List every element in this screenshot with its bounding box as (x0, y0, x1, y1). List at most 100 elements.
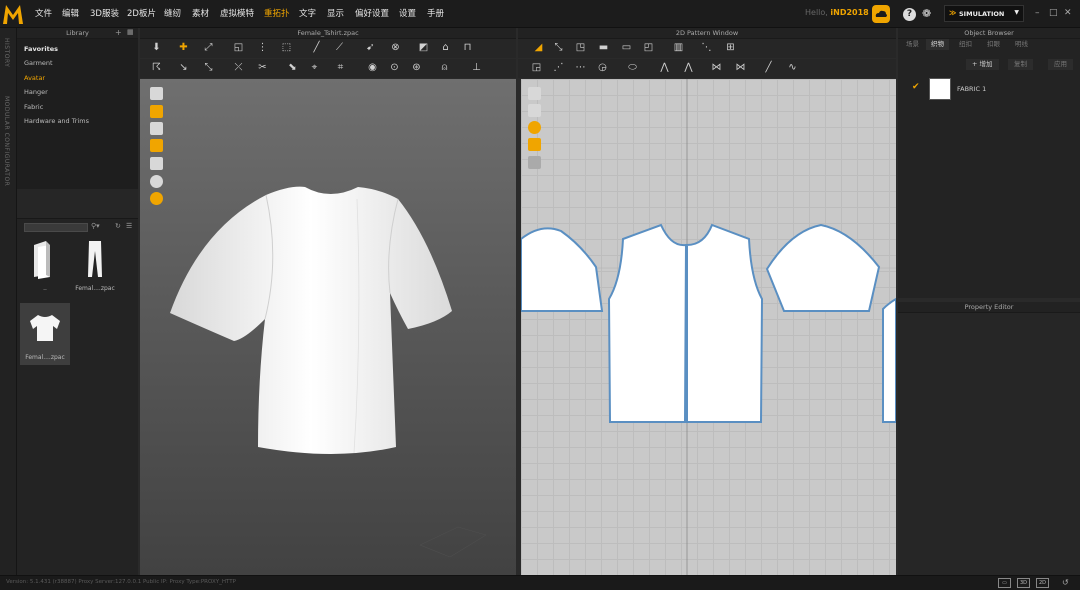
select-mesh-icon[interactable]: ⬇ (150, 42, 163, 54)
list-view-icon[interactable]: ☰ (126, 222, 132, 230)
free-sewing-icon[interactable]: ⋯ (574, 62, 587, 74)
topstitch-icon[interactable]: ⊥ (470, 62, 483, 74)
library-search-input[interactable] (24, 223, 88, 232)
menu-3d-garment[interactable]: 3D服装 (90, 7, 119, 19)
layout-single-button[interactable]: ▭ (998, 578, 1011, 588)
library-item-favorites[interactable]: Favorites (24, 45, 58, 53)
layout-3d-button[interactable]: 3D (1017, 578, 1030, 588)
tape-icon[interactable]: ➹ (364, 42, 377, 54)
3d-canvas[interactable] (140, 79, 516, 575)
simulation-mode-select[interactable]: ≫ SIMULATION ▼ (944, 5, 1024, 22)
elastic-icon[interactable]: ⋀ (682, 62, 695, 74)
fold-icon[interactable]: ◱ (232, 42, 245, 54)
add-icon[interactable]: + (115, 28, 122, 37)
search-icon[interactable]: ⚲▾ (91, 222, 100, 230)
tab-fabric[interactable]: 织物 (926, 39, 949, 50)
move-icon[interactable]: ✚ (177, 42, 190, 54)
close-button[interactable]: ✕ (1064, 8, 1072, 18)
pen-icon[interactable]: ╱ (310, 42, 323, 54)
hanger-icon[interactable]: ⍝ (438, 62, 451, 74)
button-icon[interactable]: ⊓ (461, 42, 474, 54)
menu-materials[interactable]: 素材 (192, 7, 209, 19)
help-icon[interactable]: ? (903, 8, 916, 21)
buttonhole-icon[interactable]: ⊙ (388, 62, 401, 74)
library-item-hanger[interactable]: Hanger (24, 88, 48, 96)
maximize-button[interactable]: □ (1049, 8, 1058, 18)
garment-icon[interactable]: ⌂ (439, 42, 452, 54)
zipper-icon[interactable]: ⊛ (410, 62, 423, 74)
edit-pattern-icon[interactable]: ⤡ (552, 42, 565, 54)
stitch-icon[interactable]: ✂ (256, 62, 269, 74)
grid-icon[interactable]: ▦ (127, 28, 134, 36)
minimize-button[interactable]: – (1035, 8, 1040, 18)
cloud-icon[interactable] (872, 5, 890, 23)
symmetric-icon[interactable]: ⋈ (734, 62, 747, 74)
status-text: Version: 5.1.431 (r38887) Proxy Server:1… (6, 579, 236, 585)
menu-2d-pattern[interactable]: 2D板片 (127, 7, 156, 19)
add-fabric-button[interactable]: + 增加 (966, 59, 999, 70)
menu-edit[interactable]: 编辑 (62, 7, 79, 19)
edit-point-icon[interactable]: ↘ (177, 62, 190, 74)
menu-file[interactable]: 文件 (35, 7, 52, 19)
file-female-pants[interactable]: Femal....zpac (70, 237, 120, 292)
menu-manual[interactable]: 手册 (427, 7, 444, 19)
apply-button[interactable]: 应用 (1048, 59, 1073, 70)
tab-button[interactable]: 纽扣 (954, 39, 977, 50)
history-tab[interactable]: HISTORY (3, 38, 10, 67)
seam-allowance-icon[interactable]: ◲ (530, 62, 543, 74)
internal-shape-icon[interactable]: ◰ (642, 42, 655, 54)
curve-icon[interactable]: ∿ (786, 62, 799, 74)
segment-icon[interactable]: ◳ (574, 42, 587, 54)
edit-curve-icon[interactable]: ⤡ (202, 62, 215, 74)
menu-avatar[interactable]: 虚拟模特 (220, 7, 254, 19)
fabric-list-item[interactable]: ✔ FABRIC 1 (902, 78, 1076, 100)
check-sewing-icon[interactable]: ◶ (596, 62, 609, 74)
reset-icon[interactable]: ↺ (1062, 578, 1069, 587)
file-female-tshirt[interactable]: Femal....zpac (20, 303, 70, 365)
transform-icon[interactable]: ⤢ (202, 42, 215, 54)
cage-icon[interactable]: ⬚ (280, 42, 293, 54)
file-caption: Femal....zpac (75, 285, 115, 292)
pin-icon[interactable]: ⋮ (256, 42, 269, 54)
align-icon[interactable]: ⌖ (308, 62, 321, 74)
arrange-icon[interactable]: ⬊ (286, 62, 299, 74)
tab-buttonhole[interactable]: 扣眼 (982, 39, 1005, 50)
grading-icon[interactable]: ⋱ (700, 42, 713, 54)
menu-sewing[interactable]: 缝纫 (164, 7, 181, 19)
menu-preferences[interactable]: 偏好设置 (355, 7, 389, 19)
seam-icon[interactable]: ⤫ (232, 62, 245, 74)
tab-topstitch[interactable]: 明线 (1010, 39, 1033, 50)
2d-canvas[interactable] (521, 79, 896, 575)
copy-button[interactable]: 复制 (1008, 59, 1033, 70)
library-item-fabric[interactable]: Fabric (24, 103, 43, 111)
menu-retopology[interactable]: 重拓扑 (264, 7, 290, 19)
modular-configurator-tab[interactable]: MODULAR CONFIGURATOR (3, 96, 10, 186)
trace-icon[interactable]: ⋈ (710, 62, 723, 74)
library-item-avatar[interactable]: Avatar (24, 74, 45, 82)
avatar-settings-icon[interactable]: ❁ (922, 7, 936, 21)
file-parent-folder[interactable]: .. (20, 237, 70, 292)
mesh-grid-icon[interactable]: ⊞ (724, 42, 737, 54)
segment-sewing-icon[interactable]: ⋰ (552, 62, 565, 74)
tack-icon[interactable]: ⊗ (389, 42, 402, 54)
fold-2d-icon[interactable]: ⬭ (626, 62, 639, 74)
line-icon[interactable]: ╱ (762, 62, 775, 74)
refresh-icon[interactable]: ↻ (115, 222, 121, 230)
menu-display[interactable]: 显示 (327, 7, 344, 19)
transform-pattern-icon[interactable]: ◢ (532, 42, 545, 54)
layout-2d-button[interactable]: 2D (1036, 578, 1049, 588)
library-item-garment[interactable]: Garment (24, 59, 53, 67)
rectangle-icon[interactable]: ▬ (597, 42, 610, 54)
dart-icon[interactable]: ▥ (672, 42, 685, 54)
polygon-icon[interactable]: ▭ (620, 42, 633, 54)
library-item-hardware[interactable]: Hardware and Trims (24, 117, 89, 125)
fold-arrange-icon[interactable]: ⌗ (334, 62, 347, 74)
tab-scene[interactable]: 场景 (901, 39, 924, 50)
avatar-pose-icon[interactable]: ☈ (150, 62, 163, 74)
button-tool-icon[interactable]: ◉ (366, 62, 379, 74)
menu-settings[interactable]: 设置 (399, 7, 416, 19)
drape-icon[interactable]: ◩ (417, 42, 430, 54)
menu-text[interactable]: 文字 (299, 7, 316, 19)
pleat-icon[interactable]: ⋀ (658, 62, 671, 74)
measure-icon[interactable]: ⟋ (333, 42, 346, 54)
